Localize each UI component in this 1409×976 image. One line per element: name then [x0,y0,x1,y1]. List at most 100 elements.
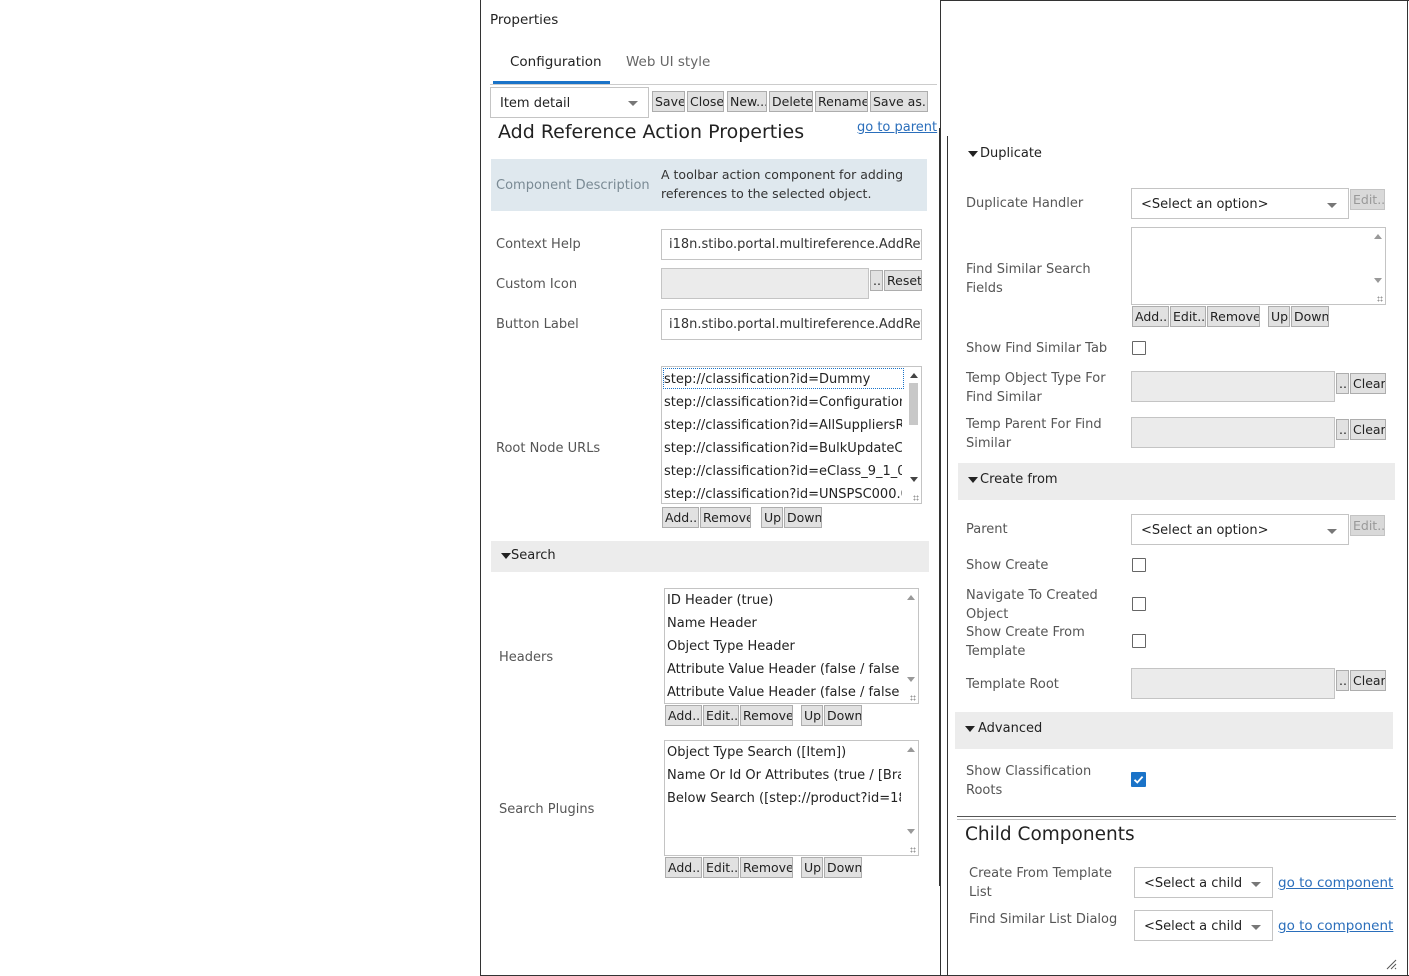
list-item[interactable]: Object Type Header [665,635,901,658]
custom-icon-browse-button[interactable]: ... [870,270,883,291]
headers-remove-button[interactable]: Remove [740,705,793,726]
search-plugins-edit-button[interactable]: Edit... [703,857,739,878]
root-node-urls-scrollbar[interactable] [906,367,921,503]
close-button[interactable]: Close [687,91,724,112]
duplicate-handler-value: <Select an option> [1141,197,1269,212]
root-node-urls-list[interactable]: step://classification?id=Dummy step://cl… [661,366,922,504]
temp-object-type-clear-button[interactable]: Clear [1350,373,1386,394]
list-item[interactable]: ID Header (true) [665,589,901,612]
window-resize-grip-icon[interactable] [1385,958,1397,970]
root-node-up-button[interactable]: Up [761,507,783,528]
temp-parent-label-2: Similar [966,436,1012,451]
list-item[interactable]: step://classification?id=AllSuppliersRoo… [662,414,902,437]
root-node-urls-label: Root Node URLs [496,441,601,456]
custom-icon-input[interactable] [661,268,869,299]
duplicate-section-label: Duplicate [980,146,1042,161]
save-as-button[interactable]: Save as... [870,91,928,112]
go-to-parent-link[interactable]: go to parent [857,120,937,135]
root-node-remove-button[interactable]: Remove [700,507,751,528]
resize-grip-icon[interactable] [910,695,916,701]
parent-edit-button[interactable]: Edit... [1350,515,1385,536]
new-button[interactable]: New... [727,91,767,112]
list-item[interactable]: Attribute Value Header (false / false / … [665,681,901,703]
resize-grip-icon[interactable] [1377,296,1383,302]
show-create-from-template-checkbox[interactable] [1132,634,1146,648]
list-item[interactable]: step://classification?id=BulkUpdateConfi… [662,437,902,460]
find-similar-down-button[interactable]: Down [1291,306,1329,327]
list-item[interactable]: Object Type Search ([Item]) [665,741,901,764]
list-item[interactable]: step://classification?id=eClass_9_1_0_0 [662,460,902,483]
list-item[interactable]: Name Or Id Or Attributes (true / [Brand]… [665,764,901,787]
save-button[interactable]: Save [652,91,685,112]
advanced-section-label: Advanced [978,721,1043,736]
temp-parent-clear-button[interactable]: Clear [1350,419,1386,440]
find-similar-list-dialog-select[interactable]: <Select a child component> [1134,910,1273,941]
template-root-clear-button[interactable]: Clear [1350,670,1386,691]
list-item[interactable]: Name Header [665,612,901,635]
template-root-input[interactable] [1131,668,1335,699]
temp-object-type-label-1: Temp Object Type For [966,371,1106,386]
navigate-to-created-checkbox[interactable] [1132,597,1146,611]
search-plugins-scrollbar[interactable] [903,741,918,855]
view-select[interactable]: Item detail [490,87,649,118]
custom-icon-reset-button[interactable]: Reset [884,270,922,291]
create-from-template-list-label-2: List [969,885,992,900]
tab-configuration[interactable]: Configuration [510,54,602,70]
view-select-value: Item detail [500,96,571,111]
temp-object-type-input[interactable] [1131,371,1335,402]
template-root-browse-button[interactable]: ... [1336,670,1349,691]
search-plugins-label: Search Plugins [499,802,595,817]
search-plugins-remove-button[interactable]: Remove [740,857,793,878]
headers-up-button[interactable]: Up [801,705,823,726]
search-section-header[interactable]: Search [491,541,929,572]
root-node-down-button[interactable]: Down [784,507,822,528]
headers-add-button[interactable]: Add... [665,705,702,726]
find-similar-up-button[interactable]: Up [1268,306,1290,327]
delete-button[interactable]: Delete [769,91,813,112]
duplicate-handler-label: Duplicate Handler [966,196,1084,211]
duplicate-section-header[interactable]: Duplicate [958,140,1358,168]
navigate-to-created-label-2: Object [966,607,1009,622]
show-create-from-template-label-1: Show Create From [966,625,1085,640]
tabs-divider [490,84,937,85]
find-similar-add-button[interactable]: Add... [1132,306,1169,327]
find-similar-edit-button[interactable]: Edit... [1170,306,1206,327]
temp-parent-browse-button[interactable]: ... [1336,419,1349,440]
resize-grip-icon[interactable] [913,495,919,501]
find-similar-fields-list[interactable] [1131,227,1386,305]
headers-list[interactable]: ID Header (true) Name Header Object Type… [664,588,919,704]
list-item[interactable]: step://classification?id=ConfigurationsR… [662,391,902,414]
search-plugins-down-button[interactable]: Down [824,857,862,878]
search-plugins-add-button[interactable]: Add... [665,857,702,878]
parent-select[interactable]: <Select an option> [1131,514,1349,545]
duplicate-handler-edit-button[interactable]: Edit... [1350,189,1385,210]
context-help-input[interactable]: i18n.stibo.portal.multireference.AddRefe… [661,229,922,260]
find-similar-remove-button[interactable]: Remove [1207,306,1260,327]
list-item[interactable]: step://classification?id=UNSPSC000.000 [662,483,902,503]
create-from-template-list-select[interactable]: <Select a child component> [1134,867,1273,898]
headers-edit-button[interactable]: Edit... [703,705,739,726]
search-plugins-up-button[interactable]: Up [801,857,823,878]
headers-down-button[interactable]: Down [824,705,862,726]
duplicate-handler-select[interactable]: <Select an option> [1131,188,1349,219]
rename-button[interactable]: Rename [815,91,868,112]
search-plugins-list[interactable]: Object Type Search ([Item]) Name Or Id O… [664,740,919,856]
headers-scrollbar[interactable] [903,589,918,703]
root-node-add-button[interactable]: Add... [662,507,699,528]
find-similar-go-to-component-link[interactable]: go to component [1278,918,1393,934]
list-item[interactable]: Below Search ([step://product?id=1820]) [665,787,901,810]
create-from-section-header[interactable]: Create from [958,463,1395,500]
button-label-input[interactable]: i18n.stibo.portal.multireference.AddRefe… [661,309,922,340]
tab-web-ui-style[interactable]: Web UI style [626,54,710,70]
resize-grip-icon[interactable] [910,847,916,853]
find-similar-fields-scrollbar[interactable] [1370,228,1385,304]
right-column-divider [947,136,948,976]
list-item[interactable]: Attribute Value Header (false / false / … [665,658,901,681]
show-classification-roots-checkbox[interactable] [1131,772,1146,787]
show-create-checkbox[interactable] [1132,558,1146,572]
create-from-template-go-to-component-link[interactable]: go to component [1278,875,1393,891]
advanced-section-header[interactable]: Advanced [955,712,1393,749]
temp-parent-input[interactable] [1131,417,1335,448]
show-find-similar-tab-checkbox[interactable] [1132,341,1146,355]
temp-object-type-browse-button[interactable]: ... [1336,373,1349,394]
